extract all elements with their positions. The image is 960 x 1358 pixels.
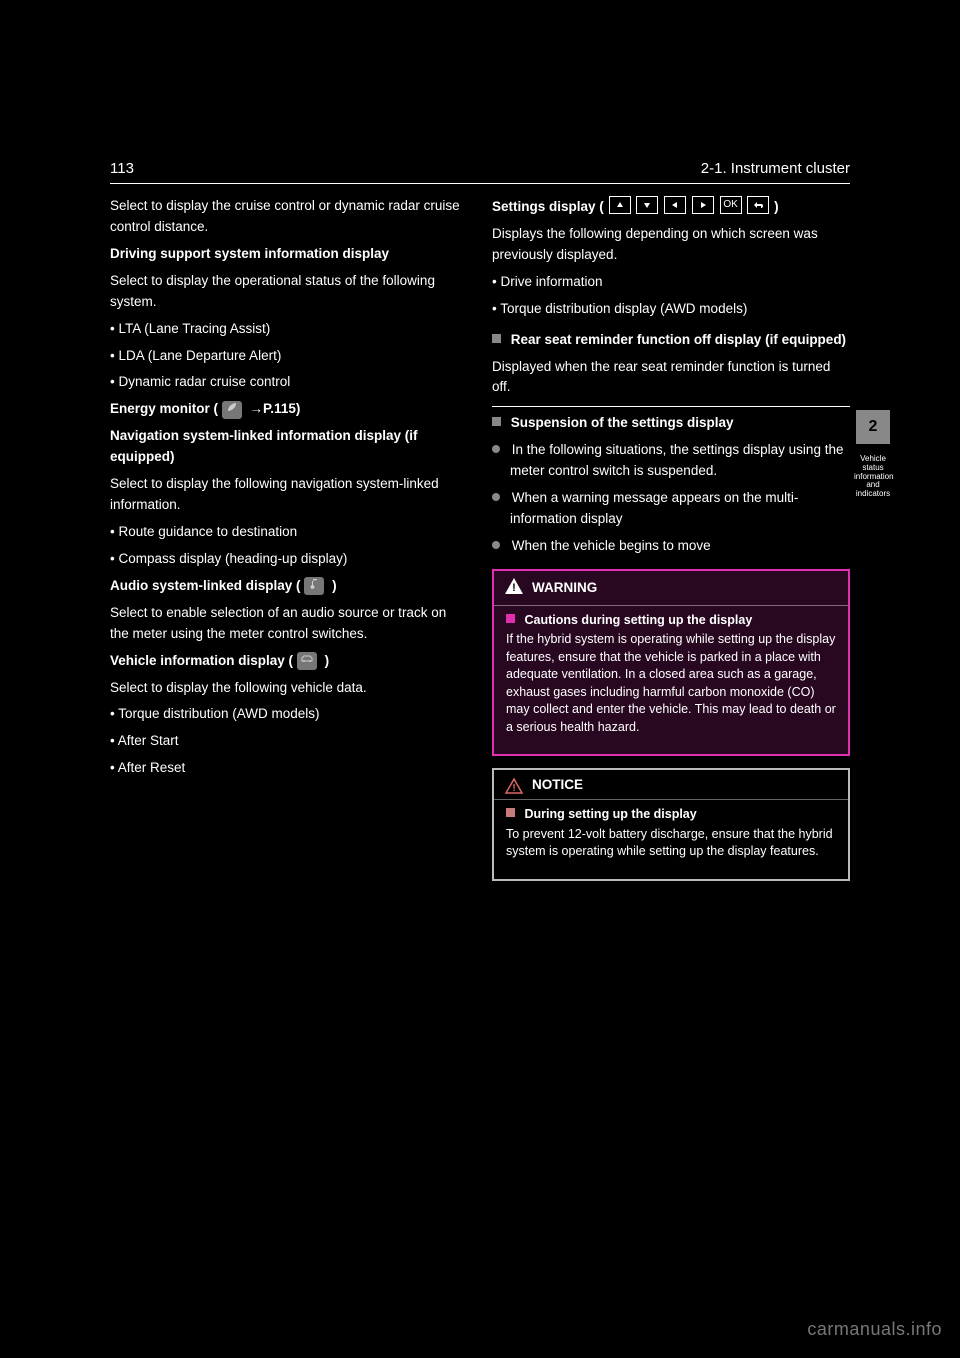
page-header: 113 2-1. Instrument cluster	[110, 160, 850, 183]
driving-support-desc: Select to display the operational status…	[110, 271, 468, 313]
rear-seat-title: Rear seat reminder function off display …	[511, 332, 846, 347]
nav-item-1: • Route guidance to destination	[110, 522, 468, 543]
settings-display-desc: Displays the following depending on whic…	[492, 224, 850, 266]
settings-item-1: • Drive information	[492, 272, 850, 293]
suspension-note-1: In the following situations, the setting…	[510, 442, 843, 478]
warning-body: If the hybrid system is operating while …	[506, 631, 836, 736]
vehicle-info-item-2: • After Start	[110, 731, 468, 752]
back-icon	[747, 196, 769, 214]
nav-linked-heading: Navigation system-linked information dis…	[110, 428, 418, 464]
music-note-icon	[304, 577, 324, 595]
warning-triangle-icon: !	[504, 577, 524, 601]
notice-square-icon	[506, 808, 515, 817]
rear-seat-body: Displayed when the rear seat reminder fu…	[492, 357, 850, 399]
driving-support-item-1: • LTA (Lane Tracing Assist)	[110, 319, 468, 340]
notice-callout: ! NOTICE During setting up the display T…	[492, 768, 850, 880]
notice-title: During setting up the display	[524, 807, 696, 821]
svg-text:!: !	[512, 783, 515, 794]
notice-label: NOTICE	[532, 776, 583, 795]
cruise-description: Select to display the cruise control or …	[110, 196, 468, 238]
vehicle-info-heading: Vehicle information display (	[110, 653, 293, 668]
notice-body: To prevent 12-volt battery discharge, en…	[506, 826, 836, 861]
energy-monitor-heading: Energy monitor (	[110, 401, 218, 416]
right-column: Settings display ( ) Displays the follow…	[492, 196, 850, 881]
section-square-icon	[492, 334, 501, 343]
vehicle-info-heading-tail: )	[325, 653, 330, 668]
warning-title: Cautions during setting up the display	[524, 613, 752, 627]
section-square-icon	[492, 417, 501, 426]
energy-monitor-heading-tail: →P.115)	[250, 401, 301, 416]
chapter-tab: 2	[856, 410, 890, 444]
warning-callout: ! WARNING Cautions during setting up the…	[492, 569, 850, 756]
driving-support-item-3: • Dynamic radar cruise control	[110, 372, 468, 393]
leaf-icon	[222, 401, 242, 419]
notice-triangle-icon: !	[504, 777, 524, 795]
vehicle-info-desc: Select to display the following vehicle …	[110, 678, 468, 699]
section-title: 2-1. Instrument cluster	[701, 160, 850, 177]
suspension-note-2: When a warning message appears on the mu…	[510, 490, 798, 526]
warning-label: WARNING	[532, 579, 597, 598]
header-rule	[110, 183, 850, 184]
bullet-icon	[492, 445, 500, 453]
driving-support-heading: Driving support system information displ…	[110, 246, 389, 261]
left-column: Select to display the cruise control or …	[110, 196, 468, 881]
settings-display-heading: Settings display (	[492, 199, 604, 214]
audio-linked-heading-tail: )	[332, 578, 337, 593]
nav-linked-desc: Select to display the following navigati…	[110, 474, 468, 516]
vehicle-info-icon	[297, 652, 317, 670]
chapter-tab-label: Vehicle status information and indicator…	[854, 455, 892, 499]
svg-text:!: !	[512, 582, 516, 594]
bullet-icon	[492, 541, 500, 549]
down-arrow-icon	[636, 196, 658, 214]
settings-display-heading-tail: )	[774, 199, 779, 214]
vehicle-info-item-3: • After Reset	[110, 758, 468, 779]
ok-button-icon	[720, 196, 742, 214]
settings-item-2: • Torque distribution display (AWD model…	[492, 299, 850, 320]
manual-page: 2 Vehicle status information and indicat…	[110, 160, 850, 1220]
bullet-icon	[492, 493, 500, 501]
page-number: 113	[110, 160, 134, 177]
vehicle-info-item-1: • Torque distribution (AWD models)	[110, 704, 468, 725]
warning-square-icon	[506, 614, 515, 623]
left-arrow-icon	[664, 196, 686, 214]
section-separator	[492, 406, 850, 407]
audio-linked-heading: Audio system-linked display (	[110, 578, 301, 593]
up-arrow-icon	[609, 196, 631, 214]
suspension-note-3: When the vehicle begins to move	[512, 538, 711, 553]
suspension-heading: Suspension of the settings display	[511, 415, 734, 430]
right-arrow-icon	[692, 196, 714, 214]
driving-support-item-2: • LDA (Lane Departure Alert)	[110, 346, 468, 367]
watermark: carmanuals.info	[807, 1319, 942, 1340]
nav-item-2: • Compass display (heading-up display)	[110, 549, 468, 570]
audio-linked-desc: Select to enable selection of an audio s…	[110, 603, 468, 645]
